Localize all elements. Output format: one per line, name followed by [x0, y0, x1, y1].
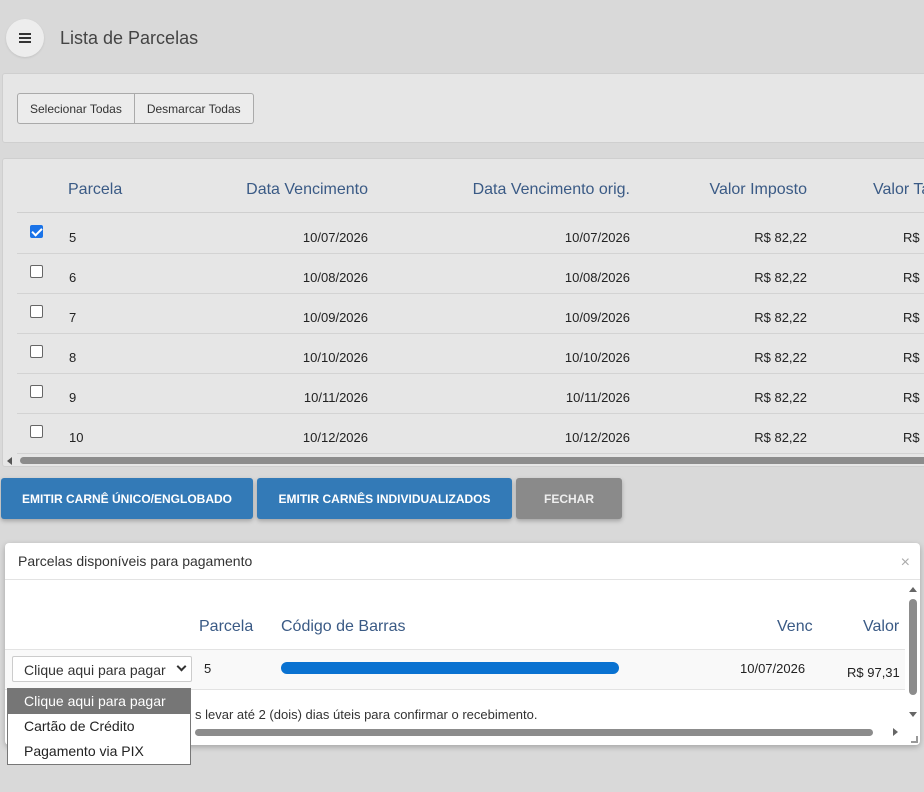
table-row[interactable]: 7 10/09/2026 10/09/2026 R$ 82,22 R$ 1 [17, 294, 924, 334]
scroll-right-arrow-icon[interactable] [893, 728, 898, 736]
scrollbar-thumb[interactable] [195, 729, 873, 736]
cell-valor-imposto: R$ 82,22 [754, 270, 807, 285]
cell-parcela: 10 [69, 430, 84, 445]
modal-row-venc: 10/07/2026 [740, 661, 806, 676]
barcode-bar [281, 662, 619, 674]
table-row[interactable]: 9 10/11/2026 10/11/2026 R$ 82,22 R$ 1 [17, 374, 924, 414]
cell-valor-taxa: R$ 1 [903, 390, 924, 405]
cell-data-vencimento: 10/10/2026 [302, 350, 368, 365]
toolbar-card: Selecionar Todas Desmarcar Todas [2, 73, 924, 143]
table-row[interactable]: 6 10/08/2026 10/08/2026 R$ 82,22 R$ 1 [17, 254, 924, 294]
installments-table: Parcela Data Vencimento Data Vencimento … [2, 158, 924, 467]
table-row[interactable]: 5 10/07/2026 10/07/2026 R$ 82,22 R$ 1 [17, 214, 924, 254]
cell-valor-taxa: R$ 1 [903, 350, 924, 365]
modal-row-parcela: 5 [204, 661, 212, 676]
close-button[interactable]: FECHAR [516, 478, 622, 519]
cell-data-vencimento: 10/08/2026 [302, 270, 368, 285]
cell-data-vencimento: 10/09/2026 [302, 310, 368, 325]
cell-data-vencimento: 10/12/2026 [302, 430, 368, 445]
column-header-data-vencimento-orig[interactable]: Data Vencimento orig. [473, 181, 630, 199]
cell-parcela: 6 [69, 270, 77, 285]
menu-button[interactable] [6, 19, 44, 57]
cell-valor-imposto: R$ 82,22 [754, 350, 807, 365]
cell-parcela: 9 [69, 390, 77, 405]
selection-button-group: Selecionar Todas Desmarcar Todas [17, 93, 254, 124]
column-header-valor-imposto[interactable]: Valor Imposto [709, 181, 807, 199]
scrollbar-thumb[interactable] [20, 457, 924, 464]
cell-valor-taxa: R$ 1 [903, 430, 924, 445]
cell-data-vencimento: 10/11/2026 [303, 390, 368, 405]
scroll-left-arrow-icon[interactable] [7, 457, 12, 465]
payment-note: s levar até 2 (dois) dias úteis para con… [195, 707, 538, 722]
cell-valor-imposto: R$ 82,22 [754, 390, 807, 405]
table-row[interactable]: 8 10/10/2026 10/10/2026 R$ 82,22 R$ 1 [17, 334, 924, 374]
table-header: Parcela Data Vencimento Data Vencimento … [17, 159, 924, 213]
row-checkbox[interactable] [30, 305, 43, 318]
payment-method-dropdown: Clique aqui para pagar Cartão de Crédito P… [7, 688, 191, 765]
deselect-all-button[interactable]: Desmarcar Todas [134, 93, 254, 124]
cell-data-vencimento-orig: 10/12/2026 [564, 430, 630, 445]
table-horizontal-scrollbar[interactable] [3, 455, 924, 466]
cell-data-vencimento-orig: 10/11/2026 [565, 390, 630, 405]
cell-parcela: 5 [69, 230, 77, 245]
row-checkbox[interactable] [30, 345, 43, 358]
cell-parcela: 8 [69, 350, 77, 365]
cell-data-vencimento-orig: 10/09/2026 [564, 310, 630, 325]
cell-data-vencimento-orig: 10/08/2026 [564, 270, 630, 285]
cell-data-vencimento-orig: 10/10/2026 [564, 350, 630, 365]
dropdown-option[interactable]: Pagamento via PIX [8, 739, 190, 764]
scrollbar-thumb[interactable] [909, 599, 917, 695]
payment-method-select[interactable]: Clique aqui para pagar [12, 656, 192, 682]
modal-title: Parcelas disponíveis para pagamento [18, 553, 253, 569]
cell-valor-imposto: R$ 82,22 [754, 230, 807, 245]
scroll-up-arrow-icon[interactable] [909, 587, 917, 592]
modal-header: Parcelas disponíveis para pagamento × [5, 543, 920, 580]
modal-column-valor: Valor [863, 618, 900, 635]
dropdown-option[interactable]: Clique aqui para pagar [8, 689, 190, 714]
emit-single-booklet-button[interactable]: EMITIR CARNÊ ÚNICO/ENGLOBADO [1, 478, 253, 519]
chevron-down-icon [176, 661, 187, 672]
modal-row-valor: R$ 97,31 [847, 665, 900, 680]
emit-individual-booklets-button[interactable]: EMITIR CARNÊS INDIVIDUALIZADOS [257, 478, 512, 519]
cell-valor-taxa: R$ 1 [903, 230, 924, 245]
cell-valor-imposto: R$ 82,22 [754, 430, 807, 445]
cell-data-vencimento-orig: 10/07/2026 [564, 230, 630, 245]
row-checkbox[interactable] [30, 225, 43, 238]
modal-column-venc: Venc [777, 618, 813, 635]
hamburger-menu-icon [19, 33, 31, 43]
row-checkbox[interactable] [30, 425, 43, 438]
close-icon[interactable]: × [901, 554, 910, 572]
modal-column-codigo-barras: Código de Barras [281, 618, 406, 635]
cell-valor-imposto: R$ 82,22 [754, 310, 807, 325]
modal-column-parcela: Parcela [199, 618, 254, 635]
column-header-data-vencimento[interactable]: Data Vencimento [246, 181, 368, 199]
row-checkbox[interactable] [30, 385, 43, 398]
cell-data-vencimento: 10/07/2026 [302, 230, 368, 245]
resize-grip-icon[interactable] [911, 736, 918, 743]
dropdown-option[interactable]: Cartão de Crédito [8, 714, 190, 739]
column-header-valor-taxa[interactable]: Valor Ta [873, 181, 924, 199]
column-header-parcela[interactable]: Parcela [68, 181, 122, 199]
select-all-button[interactable]: Selecionar Todas [17, 93, 135, 124]
page-title: Lista de Parcelas [60, 28, 199, 48]
cell-parcela: 7 [69, 310, 77, 325]
row-checkbox[interactable] [30, 265, 43, 278]
cell-valor-taxa: R$ 1 [903, 310, 924, 325]
scroll-down-arrow-icon[interactable] [909, 712, 917, 717]
cell-valor-taxa: R$ 1 [903, 270, 924, 285]
table-row[interactable]: 10 10/12/2026 10/12/2026 R$ 82,22 R$ 1 [17, 414, 924, 454]
